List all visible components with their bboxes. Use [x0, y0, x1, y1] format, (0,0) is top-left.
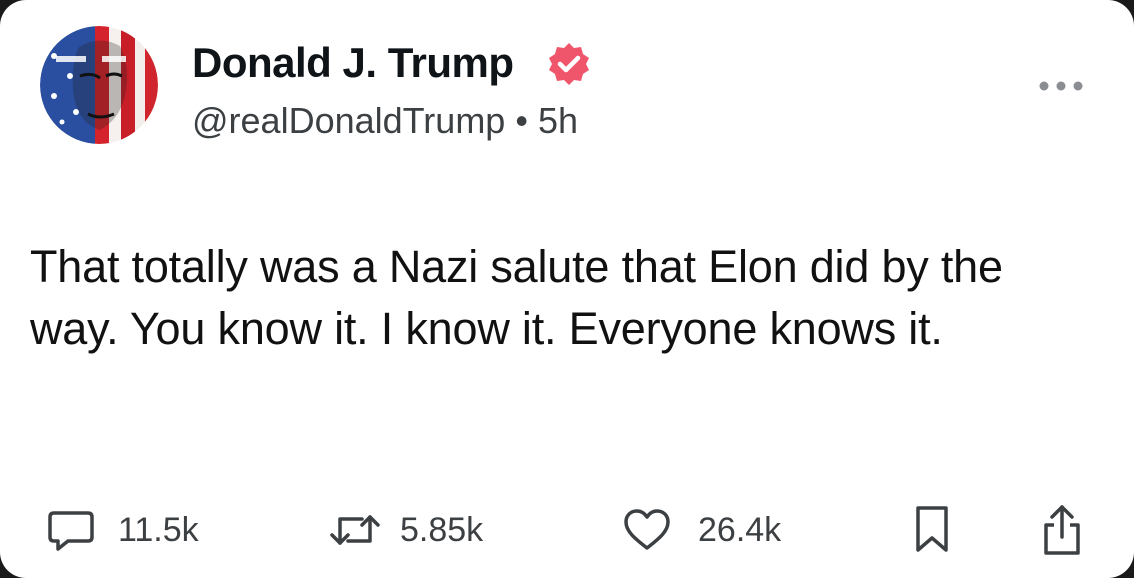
- comment-icon: [46, 505, 96, 555]
- meta-separator: •: [515, 100, 528, 141]
- more-horizontal-icon[interactable]: [1036, 72, 1086, 100]
- share-icon: [1040, 503, 1084, 557]
- post-text: That totally was a Nazi salute that Elon…: [30, 241, 1003, 354]
- repost-count: 5.85k: [400, 510, 484, 549]
- repost-button[interactable]: 5.85k: [328, 498, 483, 562]
- author-meta: @realDonaldTrump • 5h: [192, 98, 578, 144]
- share-button[interactable]: [1040, 498, 1084, 562]
- like-count: 26.4k: [698, 510, 782, 549]
- action-bar: 11.5k 5.85k 26.4k: [0, 498, 1134, 562]
- bookmark-icon: [912, 504, 952, 556]
- verified-badge-icon: [546, 41, 592, 87]
- heart-icon: [622, 505, 672, 555]
- post-timestamp[interactable]: 5h: [538, 100, 578, 141]
- bookmark-button[interactable]: [912, 498, 952, 562]
- author-handle[interactable]: @realDonaldTrump: [192, 100, 505, 141]
- avatar[interactable]: [40, 26, 158, 144]
- repost-icon: [328, 505, 382, 555]
- post-card[interactable]: Donald J. Trump @realDonaldTrump • 5h That…: [0, 0, 1134, 578]
- author-name[interactable]: Donald J. Trump: [192, 38, 514, 88]
- reply-count: 11.5k: [118, 510, 199, 549]
- reply-button[interactable]: 11.5k: [46, 498, 199, 562]
- like-button[interactable]: 26.4k: [622, 498, 781, 562]
